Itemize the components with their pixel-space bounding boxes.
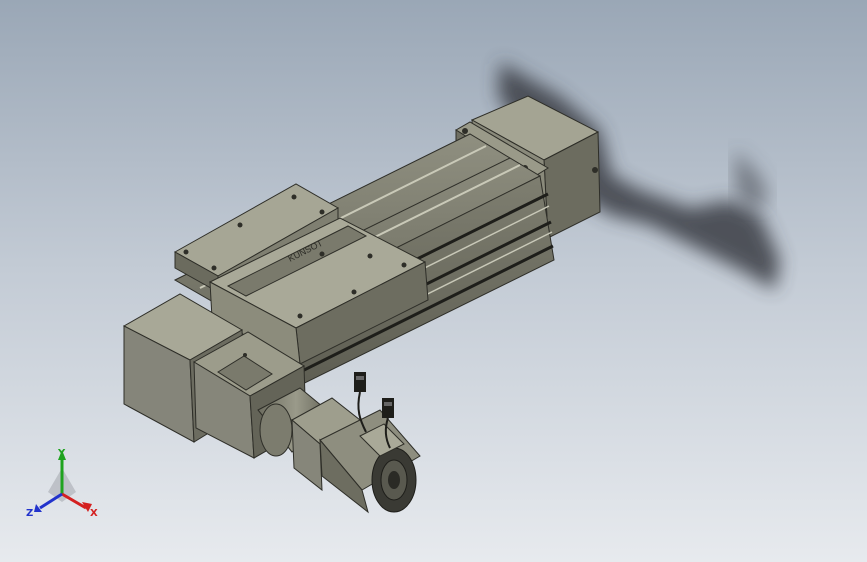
- connector-icon: [382, 398, 394, 418]
- servo-motor[interactable]: [291, 397, 421, 514]
- axis-triad-icon: Y X Z: [26, 448, 98, 519]
- cad-graphics-viewport[interactable]: KUNSOT Y X Z: [0, 0, 867, 562]
- x-axis-label: X: [90, 508, 98, 519]
- y-axis-label: Y: [57, 448, 66, 459]
- connector-icon: [354, 372, 366, 392]
- linear-actuator-model[interactable]: KUNSOT: [0, 0, 867, 562]
- z-axis-label: Z: [26, 508, 33, 519]
